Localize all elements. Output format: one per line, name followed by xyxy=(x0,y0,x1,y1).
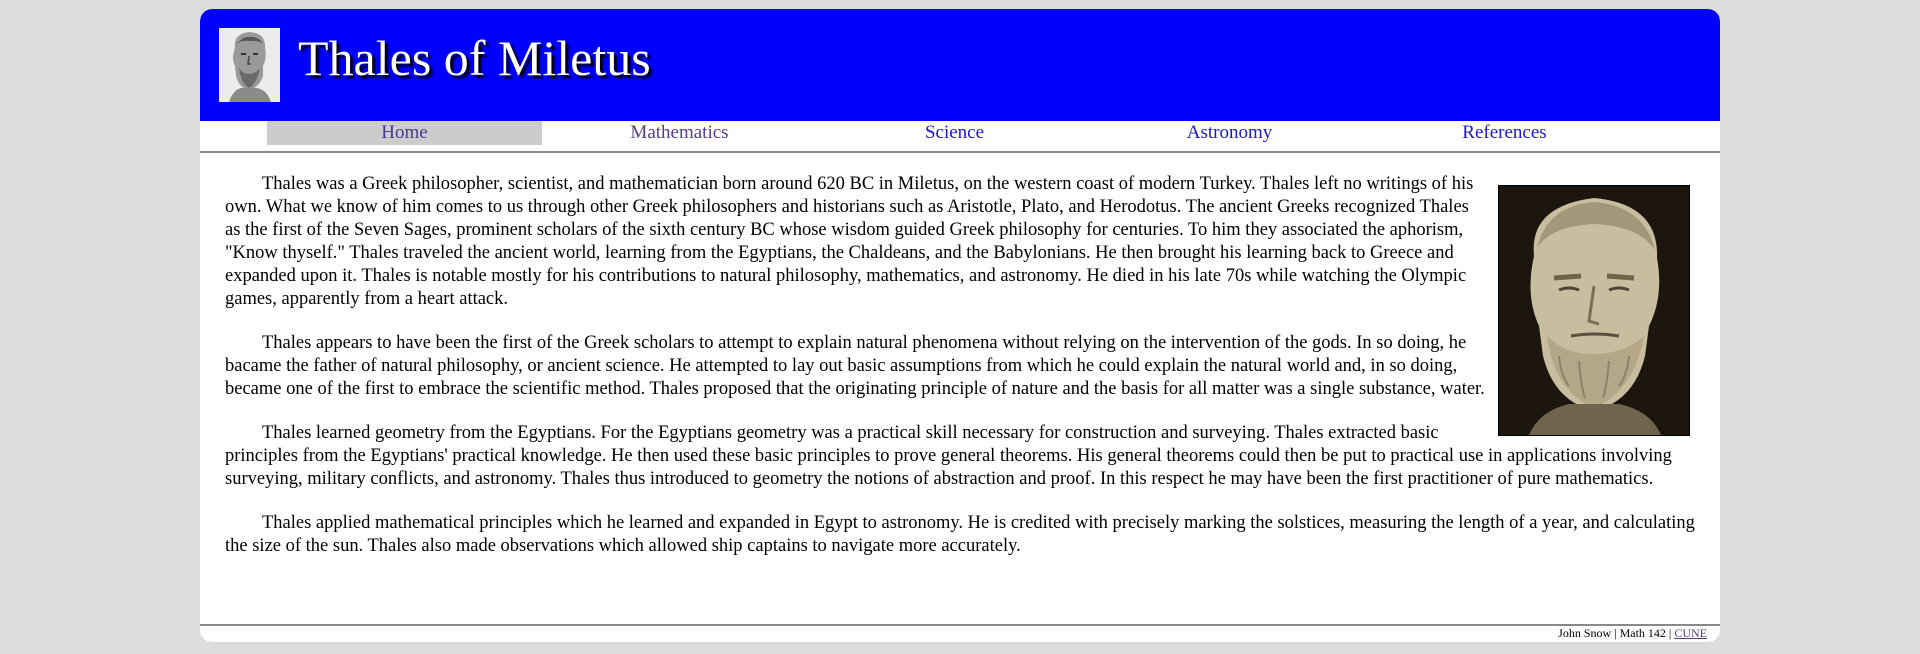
paragraph-geometry: Thales learned geometry from the Egyptia… xyxy=(225,423,1672,489)
thales-portrait-icon xyxy=(219,28,280,102)
footer-divider xyxy=(200,624,1720,626)
page-container: Thales of Miletus Home Mathematics Scien… xyxy=(200,9,1720,642)
main-nav: Home Mathematics Science Astronomy Refer… xyxy=(200,121,1720,153)
footer-author: John Snow | Math 142 | xyxy=(1558,626,1672,640)
nav-references[interactable]: References xyxy=(1367,121,1642,145)
nav-science[interactable]: Science xyxy=(817,121,1092,145)
page-title: Thales of Miletus xyxy=(298,30,651,86)
main-content: Thales was a Greek philosopher, scientis… xyxy=(225,173,1695,579)
nav-mathematics[interactable]: Mathematics xyxy=(542,121,817,145)
nav-home[interactable]: Home xyxy=(267,121,542,145)
nav-astronomy[interactable]: Astronomy xyxy=(1092,121,1367,145)
paragraph-intro: Thales was a Greek philosopher, scientis… xyxy=(225,174,1474,309)
page-footer: John Snow | Math 142 | CUNE xyxy=(1558,626,1707,641)
footer-cune-link[interactable]: CUNE xyxy=(1674,626,1707,640)
paragraph-astronomy: Thales applied mathematical principles w… xyxy=(225,513,1695,556)
site-header: Thales of Miletus xyxy=(200,9,1720,121)
paragraph-natural-philosophy: Thales appears to have been the first of… xyxy=(225,333,1485,399)
thales-bust-photo xyxy=(1498,185,1690,436)
